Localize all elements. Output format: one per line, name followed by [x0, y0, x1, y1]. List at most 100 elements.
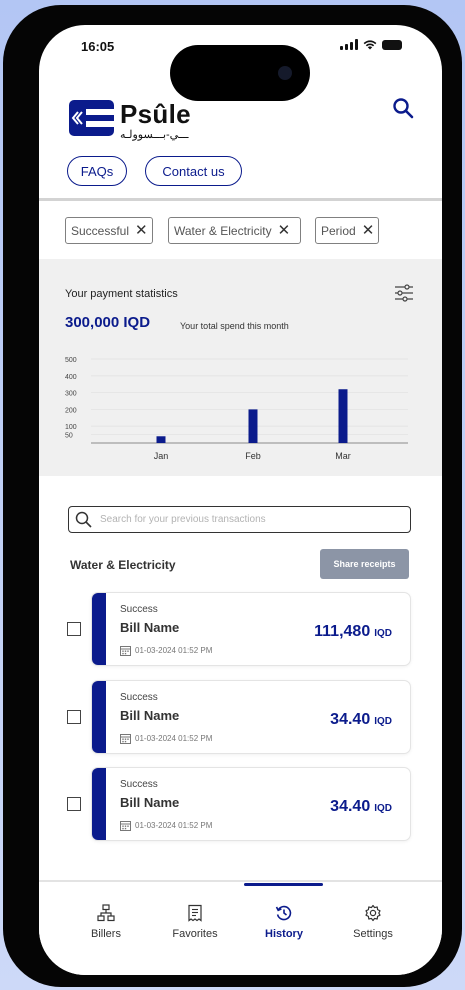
camera-icon	[278, 66, 292, 80]
search-placeholder: Search for your previous transactions	[100, 514, 266, 525]
stats-amount: 300,000 IQD	[65, 314, 151, 331]
brand-subtitle: ـــي-بـــسوولـه	[120, 129, 189, 141]
contact-us-label: Contact us	[162, 163, 225, 179]
battery-icon	[382, 39, 402, 50]
filter-chip-successful[interactable]: Successful ✕	[65, 217, 153, 244]
phone-frame: 16:05 Psûle ـــي-بـــسوولـه FAQs Contact…	[3, 5, 462, 987]
nav-label: Settings	[353, 928, 393, 940]
search-icon[interactable]	[392, 97, 414, 119]
calendar-icon	[120, 734, 131, 744]
transaction-date: 01-03-2024 01:52 PM	[120, 733, 212, 744]
status-icons	[340, 39, 402, 50]
amount-currency: IQD	[374, 716, 392, 727]
transaction-date-text: 01-03-2024 01:52 PM	[135, 821, 213, 830]
y-tick-label: 400	[65, 374, 77, 381]
filter-chip-label: Successful	[71, 223, 130, 238]
nav-label: Favorites	[172, 928, 218, 940]
transaction-name: Bill Name	[120, 620, 180, 635]
signal-icon	[340, 39, 358, 50]
brand-logo: Psûle ـــي-بـــسوولـه	[69, 100, 191, 141]
amount-currency: IQD	[374, 628, 392, 639]
dynamic-island	[170, 45, 310, 101]
x-tick-label: Feb	[245, 451, 261, 461]
gear-icon	[365, 904, 381, 922]
transaction-status: Success	[120, 779, 158, 790]
stats-title: Your payment statistics	[65, 288, 178, 300]
filter-chip-period[interactable]: Period ✕	[315, 217, 379, 244]
filter-chip-label: Water & Electricity	[174, 223, 272, 238]
sitemap-icon	[97, 904, 115, 922]
close-icon[interactable]: ✕	[278, 223, 291, 238]
share-receipts-label: Share receipts	[333, 559, 396, 569]
status-stripe	[92, 593, 106, 665]
search-icon	[75, 511, 92, 528]
close-icon[interactable]: ✕	[362, 223, 375, 238]
nav-label: Billers	[91, 928, 121, 940]
sliders-icon[interactable]	[394, 284, 414, 302]
active-tab-indicator	[244, 883, 323, 886]
y-tick-label: 300	[65, 391, 77, 398]
transaction-amount: 111,480 IQD	[314, 623, 392, 641]
faqs-button[interactable]: FAQs	[67, 156, 127, 186]
transaction-name: Bill Name	[120, 708, 180, 723]
transaction-card[interactable]: Success Bill Name 01-03-2024 01:52 PM 11…	[91, 592, 411, 666]
header-divider	[39, 198, 442, 201]
transaction-checkbox[interactable]	[67, 622, 81, 636]
y-tick-label: 100	[65, 424, 77, 431]
transaction-date-text: 01-03-2024 01:52 PM	[135, 734, 213, 743]
status-stripe	[92, 681, 106, 753]
stats-note: Your total spend this month	[180, 321, 289, 331]
transaction-item[interactable]: Success Bill Name 01-03-2024 01:52 PM 34…	[67, 767, 411, 841]
receipt-icon	[188, 904, 202, 922]
transaction-date: 01-03-2024 01:52 PM	[120, 820, 212, 831]
nav-item-favorites[interactable]: Favorites	[155, 904, 235, 940]
calendar-icon	[120, 646, 131, 656]
contact-us-button[interactable]: Contact us	[145, 156, 242, 186]
amount-currency: IQD	[374, 803, 392, 814]
logo-icon	[69, 100, 114, 136]
filter-chip-water-electricity[interactable]: Water & Electricity ✕	[168, 217, 301, 244]
share-receipts-button[interactable]: Share receipts	[320, 549, 409, 579]
transaction-item[interactable]: Success Bill Name 01-03-2024 01:52 PM 11…	[67, 592, 411, 666]
y-tick-label: 200	[65, 407, 77, 414]
status-time: 16:05	[81, 39, 115, 54]
nav-item-history[interactable]: History	[244, 904, 324, 940]
payment-statistics-panel: Your payment statistics 300,000 IQD Your…	[39, 259, 442, 476]
transaction-status: Success	[120, 604, 158, 615]
transaction-card[interactable]: Success Bill Name 01-03-2024 01:52 PM 34…	[91, 767, 411, 841]
transaction-date: 01-03-2024 01:52 PM	[120, 645, 212, 656]
history-icon	[275, 905, 292, 921]
amount-value: 34.40	[330, 798, 371, 815]
transaction-card[interactable]: Success Bill Name 01-03-2024 01:52 PM 34…	[91, 680, 411, 754]
y-tick-label: 50	[65, 433, 73, 440]
transaction-checkbox[interactable]	[67, 797, 81, 811]
calendar-icon	[120, 821, 131, 831]
status-stripe	[92, 768, 106, 840]
bar-jan	[156, 436, 166, 443]
bottom-nav: Billers Favorites History Settings	[39, 880, 442, 975]
nav-label: History	[265, 928, 303, 940]
x-tick-label: Jan	[154, 451, 169, 461]
nav-item-billers[interactable]: Billers	[66, 904, 146, 940]
payment-bar-chart: 50 100 200 300 400 500 Jan Feb Mar	[65, 357, 408, 461]
wifi-icon	[363, 40, 377, 50]
nav-item-settings[interactable]: Settings	[333, 904, 413, 940]
bar-mar	[338, 389, 348, 443]
bar-feb	[248, 409, 258, 443]
transaction-item[interactable]: Success Bill Name 01-03-2024 01:52 PM 34…	[67, 680, 411, 754]
amount-value: 34.40	[330, 711, 371, 728]
faqs-label: FAQs	[80, 163, 114, 179]
transaction-amount: 34.40 IQD	[330, 711, 392, 729]
y-tick-label: 500	[65, 357, 77, 364]
amount-value: 111,480	[314, 623, 371, 640]
transaction-search-input[interactable]: Search for your previous transactions	[68, 506, 411, 533]
section-title: Water & Electricity	[70, 558, 176, 572]
brand-name: Psûle	[120, 99, 191, 129]
transaction-checkbox[interactable]	[67, 710, 81, 724]
close-icon[interactable]: ✕	[135, 223, 148, 238]
transaction-date-text: 01-03-2024 01:52 PM	[135, 646, 213, 655]
transaction-status: Success	[120, 692, 158, 703]
brand-text: Psûle ـــي-بـــسوولـه	[120, 100, 191, 141]
filter-chip-label: Period	[321, 223, 356, 238]
app-screen: 16:05 Psûle ـــي-بـــسوولـه FAQs Contact…	[39, 25, 442, 975]
